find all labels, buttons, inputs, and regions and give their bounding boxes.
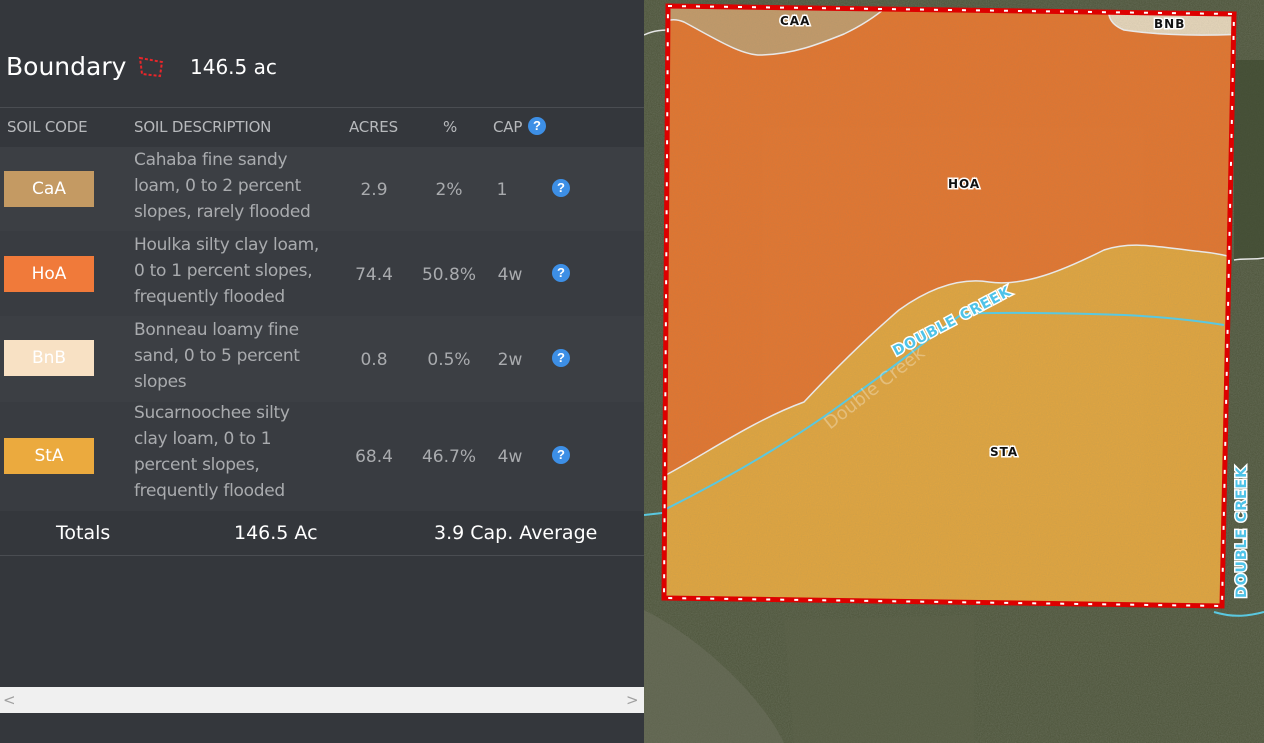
cap-help-icon-sta[interactable]: ? [552,446,570,464]
soil-map[interactable]: CAA BNB HOA STA DOUBLE CREEK Double Cree… [644,0,1264,743]
soil-code-caa: CaA [4,171,94,207]
soil-description-sta: Sucarnoochee silty clay loam, 0 to 1 per… [134,403,290,501]
soil-acres-caa: 2.9 [360,180,388,200]
header-percent: % [443,118,458,136]
soil-description-bnb: Bonneau loamy fine sand, 0 to 5 percent … [134,320,300,392]
soil-cap-sta: 4w [497,447,523,467]
soil-percent-bnb: 0.5% [427,350,471,370]
cap-help-icon-caa[interactable]: ? [552,179,570,197]
soil-description-caa: Cahaba fine sandy loam, 0 to 2 percent s… [134,150,311,222]
map-label-hoa: HOA [948,177,980,191]
table-header: SOIL CODE SOIL DESCRIPTION ACRES % CAP ? [0,108,644,146]
divider [0,555,644,556]
soil-cap-hoa: 4w [497,265,523,285]
totals-label: Totals [56,522,111,544]
soil-map-canvas: CAA BNB HOA STA DOUBLE CREEK Double Cree… [644,0,1264,743]
header-soil-description: SOIL DESCRIPTION [134,118,272,136]
tree-line [1234,60,1264,260]
soil-code-hoa: HoA [4,256,94,292]
boundary-title: Boundary [6,52,127,81]
boundary-header: Boundary 146.5 ac [0,44,644,90]
totals-row: Totals 146.5 Ac 3.9 Cap. Average [0,511,644,555]
horizontal-scrollbar[interactable]: < > [0,687,644,713]
totals-cap-average: 3.9 Cap. Average [434,522,598,544]
map-label-caa: CAA [780,14,810,28]
cap-help-icon[interactable]: ? [528,117,546,135]
soil-row-hoa: HoA Houlka silty clay loam, 0 to 1 perce… [0,231,644,316]
cap-help-icon-bnb[interactable]: ? [552,349,570,367]
soil-texture [664,6,1234,606]
header-acres: ACRES [349,118,398,136]
soil-row-caa: CaA Cahaba fine sandy loam, 0 to 2 perce… [0,147,644,231]
header-soil-code: SOIL CODE [7,118,88,136]
field-patch [784,615,974,743]
map-label-bnb: BNB [1154,17,1185,31]
soil-acres-hoa: 74.4 [355,265,393,285]
soil-acres-sta: 68.4 [355,447,393,467]
soil-code-bnb: BnB [4,340,94,376]
soil-acres-bnb: 0.8 [360,350,388,370]
scroll-right-icon[interactable]: > [626,691,639,709]
soil-code-sta: StA [4,438,94,474]
boundary-polygon-icon [138,56,164,78]
soil-percent-hoa: 50.8% [421,265,476,285]
soil-report-panel: Boundary 146.5 ac SOIL CODE SOIL DESCRIP… [0,0,644,743]
totals-acres: 146.5 Ac [234,522,318,544]
soil-row-sta: StA Sucarnoochee silty clay loam, 0 to 1… [0,402,644,511]
soil-polygons [664,6,1234,606]
soil-cap-caa: 1 [496,180,508,200]
soil-cap-bnb: 2w [497,350,523,370]
soil-description-hoa: Houlka silty clay loam, 0 to 1 percent s… [134,235,320,307]
soil-row-bnb: BnB Bonneau loamy fine sand, 0 to 5 perc… [0,316,644,402]
header-cap: CAP [493,118,523,136]
map-label-sta: STA [990,445,1018,459]
scroll-left-icon[interactable]: < [3,691,16,709]
creek-label-vertical: DOUBLE CREEK [1234,466,1250,598]
cap-help-icon-hoa[interactable]: ? [552,264,570,282]
soil-percent-caa: 2% [435,180,463,200]
soil-percent-sta: 46.7% [421,447,476,467]
boundary-acres: 146.5 ac [190,55,277,79]
